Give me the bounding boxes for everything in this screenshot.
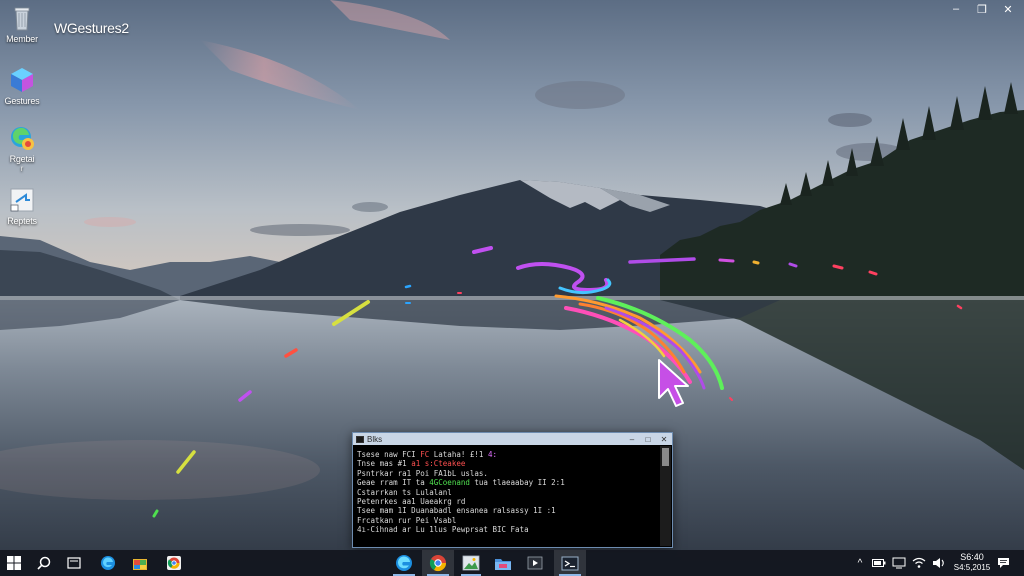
chrome-icon: [429, 555, 447, 572]
search-button[interactable]: [30, 550, 58, 576]
media-icon: [527, 556, 543, 570]
notification-icon: [997, 558, 1009, 568]
console-line: Frcatkan rur Pei Vsabl: [357, 515, 457, 525]
desktop-icon-rgetai[interactable]: Rgetai r: [0, 124, 44, 173]
desktop-icon-label: Member: [6, 34, 38, 44]
edge-browser-icon: [11, 127, 34, 150]
taskbar-photos[interactable]: [456, 550, 486, 576]
console-icon: [356, 435, 364, 443]
tray-battery[interactable]: [870, 550, 888, 576]
chevron-up-icon: ^: [857, 557, 863, 569]
console-scrollbar[interactable]: [660, 446, 671, 546]
task-view-button[interactable]: [60, 550, 88, 576]
clock-time: S6:40: [960, 552, 984, 562]
app-title: WGestures2: [54, 20, 129, 36]
console-minimize-button[interactable]: –: [624, 433, 640, 445]
desktop-icon-label: Reptets: [7, 216, 37, 226]
photos-icon: [462, 555, 480, 571]
taskbar-edge-running[interactable]: [388, 550, 420, 576]
folder-icon: [495, 558, 511, 570]
desktop-icon-label: Rgetai: [9, 154, 35, 164]
tray-network[interactable]: [910, 550, 928, 576]
monitor-icon: [892, 557, 906, 569]
console-line: Psntrkar ra1 Poi FA1bL uslas.: [357, 468, 488, 478]
battery-icon: [872, 559, 886, 567]
windows-start-icon: [7, 556, 21, 570]
speaker-icon: [933, 558, 944, 568]
action-center-button[interactable]: [992, 550, 1014, 576]
taskbar-console-running[interactable]: [554, 550, 586, 576]
clock-date: S4:5,2015: [953, 563, 991, 572]
taskbar-chrome-pinned[interactable]: [160, 550, 188, 576]
console-line: 4ı-Cihnad ar Lu 1lus Pewprsat BIC Fata: [357, 525, 529, 535]
network-icon: [912, 557, 926, 568]
console-line: Tsee mam 1I Duanabadl ensanea ralsassy 1…: [357, 506, 556, 516]
edge-icon: [101, 556, 115, 570]
console-icon: [561, 556, 579, 570]
cube-app-icon: [11, 68, 33, 92]
search-icon: [37, 556, 51, 570]
console-title: Blks: [367, 434, 383, 444]
taskbar: ^ S6:40 S4:5,2015: [0, 550, 1024, 576]
task-view-icon: [67, 557, 81, 569]
console-close-button[interactable]: ✕: [656, 433, 672, 445]
minimize-button[interactable]: –: [948, 2, 964, 16]
desktop-icon-gestures[interactable]: Gestures: [0, 66, 44, 106]
console-line: Geae rram IT ta 4GCoenand tua tlaeaabay …: [357, 478, 565, 488]
tray-overflow-button[interactable]: ^: [852, 550, 868, 576]
tray-display[interactable]: [890, 550, 908, 576]
restore-button[interactable]: ❐: [974, 2, 990, 16]
file-shortcut-icon: [10, 188, 34, 212]
start-button[interactable]: [0, 550, 28, 576]
taskbar-store[interactable]: [126, 550, 154, 576]
console-line: Cstarrkan ts Lulalanl: [357, 487, 452, 497]
console-titlebar[interactable]: Blks – □ ✕: [353, 433, 672, 445]
desktop-icon-reptets[interactable]: Reptets: [0, 186, 44, 226]
console-line: Tsese naw FCI FC Lataha! £!1 4:: [357, 450, 497, 459]
recycle-bin-icon: [14, 7, 30, 31]
tray-volume[interactable]: [930, 550, 948, 576]
desktop-icon-label: Gestures: [4, 96, 40, 106]
console-scrollbar-thumb[interactable]: [662, 448, 669, 466]
console-output: Tsese naw FCI FC Lataha! £!1 4: Tnse mas…: [357, 450, 658, 535]
store-icon: [133, 559, 147, 570]
taskbar-clock[interactable]: S6:40 S4:5,2015: [950, 552, 994, 573]
console-line: Petenrkes aa1 Uaeakrg rd: [357, 497, 466, 507]
taskbar-edge[interactable]: [94, 550, 122, 576]
window-controls: – ❐ ✕: [948, 2, 1016, 16]
console-window[interactable]: Blks – □ ✕ Tsese naw FCI FC Lataha! £!1 …: [352, 432, 673, 548]
desktop-icon-member[interactable]: Member: [0, 4, 44, 44]
edge-icon: [396, 555, 412, 571]
taskbar-chrome-running[interactable]: [422, 550, 454, 576]
chrome-icon: [167, 556, 181, 570]
close-button[interactable]: ✕: [1000, 2, 1016, 16]
taskbar-explorer[interactable]: [488, 550, 518, 576]
console-maximize-button[interactable]: □: [640, 433, 656, 445]
taskbar-media[interactable]: [520, 550, 550, 576]
desktop-icon-sublabel: r: [20, 164, 24, 173]
console-line: Tnse mas #1 a1 s:Cteakee: [357, 459, 466, 469]
